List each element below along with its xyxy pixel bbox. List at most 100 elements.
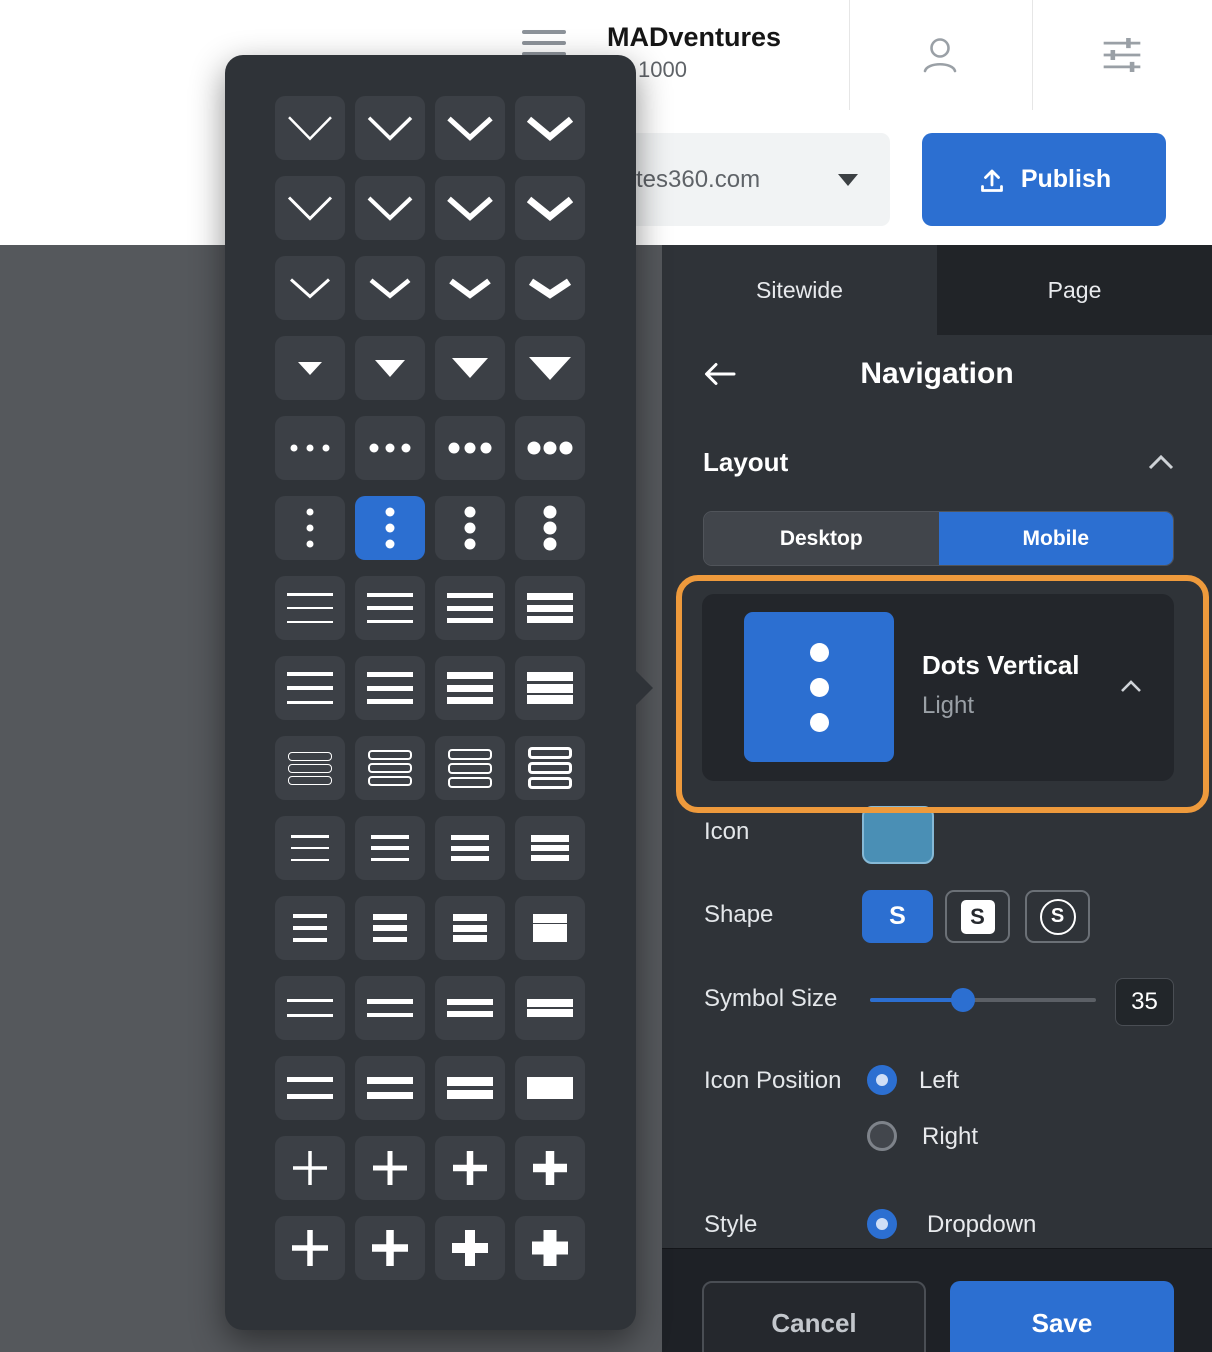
icon-option-caret-down-3[interactable]: [435, 336, 505, 400]
chevron-down-icon: [447, 116, 493, 141]
icon-option-dots-vertical-1[interactable]: [275, 496, 345, 560]
icon-option-caret-down-2[interactable]: [355, 336, 425, 400]
radio-style-dropdown[interactable]: [867, 1209, 897, 1239]
chevron-up-icon: [1148, 454, 1174, 470]
icon-option-dots-vertical-4[interactable]: [515, 496, 585, 560]
icon-option-plus-4[interactable]: [515, 1216, 585, 1280]
segment-desktop[interactable]: Desktop: [704, 512, 939, 565]
publish-button[interactable]: Publish: [922, 133, 1166, 226]
icon-option-menu-bars-outline-2[interactable]: [355, 736, 425, 800]
hamburger-menu-icon[interactable]: [522, 30, 566, 56]
icon-option-menu-bars-outline-1[interactable]: [275, 736, 345, 800]
icon-option-menu-lines-small-3[interactable]: [435, 816, 505, 880]
icon-option-menu-bars-outline-4[interactable]: [515, 736, 585, 800]
icon-option-menu-two-lines-3[interactable]: [435, 976, 505, 1040]
plus-icon: [533, 1151, 567, 1185]
icon-option-chevron-down-1[interactable]: [275, 256, 345, 320]
icon-option-caret-down-1[interactable]: [275, 336, 345, 400]
icon-option-plus-3[interactable]: [435, 1216, 505, 1280]
segment-mobile[interactable]: Mobile: [938, 512, 1173, 565]
icon-color-swatch[interactable]: [862, 806, 934, 864]
icon-option-plus-2[interactable]: [355, 1136, 425, 1200]
icon-option-plus-4[interactable]: [515, 1136, 585, 1200]
shape-option-filled[interactable]: S: [862, 890, 933, 943]
symbol-size-handle[interactable]: [950, 988, 975, 1012]
icon-option-menu-lines-small-1[interactable]: [275, 896, 345, 960]
icon-option-chevron-down-1[interactable]: [275, 176, 345, 240]
icon-option-menu-lines-small-1[interactable]: [275, 816, 345, 880]
menu-lines-icon: [367, 672, 413, 704]
menu-two-lines-icon: [527, 999, 573, 1017]
icon-option-chevron-down-4[interactable]: [515, 96, 585, 160]
icon-option-dots-horizontal-3[interactable]: [435, 416, 505, 480]
radio-icon-position-right[interactable]: [867, 1121, 897, 1151]
icon-option-plus-3[interactable]: [435, 1136, 505, 1200]
radio-icon-position-left[interactable]: [867, 1065, 897, 1095]
menu-bars-outline-icon: [288, 751, 332, 785]
icon-option-menu-lines-2[interactable]: [355, 576, 425, 640]
dots-horizontal-icon: [527, 441, 573, 455]
dropdown-title: Dots Vertical: [922, 650, 1080, 680]
icon-option-chevron-down-4[interactable]: [515, 176, 585, 240]
icon-option-menu-two-lines-4[interactable]: [515, 1056, 585, 1120]
icon-option-dots-horizontal-1[interactable]: [275, 416, 345, 480]
icon-option-chevron-down-2[interactable]: [355, 176, 425, 240]
domain-text: tes360.com: [636, 165, 761, 193]
icon-option-menu-two-lines-2[interactable]: [355, 976, 425, 1040]
dots-vertical-icon: [543, 505, 557, 551]
icon-option-chevron-down-3[interactable]: [435, 256, 505, 320]
shape-option-circle[interactable]: S: [1025, 890, 1090, 943]
icon-option-menu-lines-4[interactable]: [515, 576, 585, 640]
icon-option-menu-lines-small-4[interactable]: [515, 816, 585, 880]
shape-option-square[interactable]: S: [945, 890, 1010, 943]
icon-option-menu-lines-1[interactable]: [275, 576, 345, 640]
icon-option-chevron-down-3[interactable]: [435, 176, 505, 240]
icon-option-plus-2[interactable]: [355, 1216, 425, 1280]
icon-option-caret-down-4[interactable]: [515, 336, 585, 400]
symbol-size-slider[interactable]: [870, 986, 1096, 1014]
circle-s-icon: S: [1039, 898, 1076, 935]
tab-sitewide[interactable]: Sitewide: [662, 245, 937, 335]
chevron-down-icon: [287, 196, 333, 221]
square-s-icon: S: [960, 899, 995, 934]
settings-button[interactable]: [1100, 33, 1144, 77]
icon-option-menu-two-lines-1[interactable]: [275, 1056, 345, 1120]
icon-option-chevron-down-1[interactable]: [275, 96, 345, 160]
icon-option-menu-lines-4[interactable]: [515, 656, 585, 720]
icon-option-chevron-down-2[interactable]: [355, 96, 425, 160]
icon-option-dots-horizontal-2[interactable]: [355, 416, 425, 480]
icon-option-menu-two-lines-2[interactable]: [355, 1056, 425, 1120]
cancel-button[interactable]: Cancel: [702, 1281, 926, 1352]
icon-option-menu-lines-2[interactable]: [355, 656, 425, 720]
icon-option-chevron-down-4[interactable]: [515, 256, 585, 320]
icon-option-plus-1[interactable]: [275, 1216, 345, 1280]
icon-option-menu-lines-3[interactable]: [435, 656, 505, 720]
caret-down-icon: [838, 174, 858, 186]
tab-page[interactable]: Page: [937, 245, 1212, 335]
icon-option-menu-two-lines-3[interactable]: [435, 1056, 505, 1120]
icon-option-chevron-down-2[interactable]: [355, 256, 425, 320]
user-button[interactable]: [918, 33, 962, 77]
save-button[interactable]: Save: [950, 1281, 1174, 1352]
icon-option-chevron-down-3[interactable]: [435, 96, 505, 160]
icon-option-dots-vertical-2[interactable]: [355, 496, 425, 560]
icon-option-menu-lines-1[interactable]: [275, 656, 345, 720]
icon-option-dots-horizontal-4[interactable]: [515, 416, 585, 480]
icon-option-menu-lines-small-3[interactable]: [435, 896, 505, 960]
icon-style-dropdown[interactable]: Dots Vertical Light: [702, 594, 1174, 781]
icon-option-menu-lines-small-2[interactable]: [355, 896, 425, 960]
dots-horizontal-icon: [448, 442, 492, 454]
layout-section-label: Layout: [703, 447, 789, 477]
chevron-up-icon: [1120, 680, 1142, 698]
icon-option-menu-lines-small-4[interactable]: [515, 896, 585, 960]
icon-option-menu-lines-3[interactable]: [435, 576, 505, 640]
icon-option-menu-lines-small-2[interactable]: [355, 816, 425, 880]
collapse-section-button[interactable]: [1148, 454, 1174, 475]
icon-option-dots-vertical-3[interactable]: [435, 496, 505, 560]
icon-option-plus-1[interactable]: [275, 1136, 345, 1200]
icon-option-menu-bars-outline-3[interactable]: [435, 736, 505, 800]
icon-option-menu-two-lines-1[interactable]: [275, 976, 345, 1040]
plus-icon: [293, 1151, 327, 1185]
icon-option-menu-two-lines-4[interactable]: [515, 976, 585, 1040]
chevron-down-icon: [527, 196, 573, 221]
